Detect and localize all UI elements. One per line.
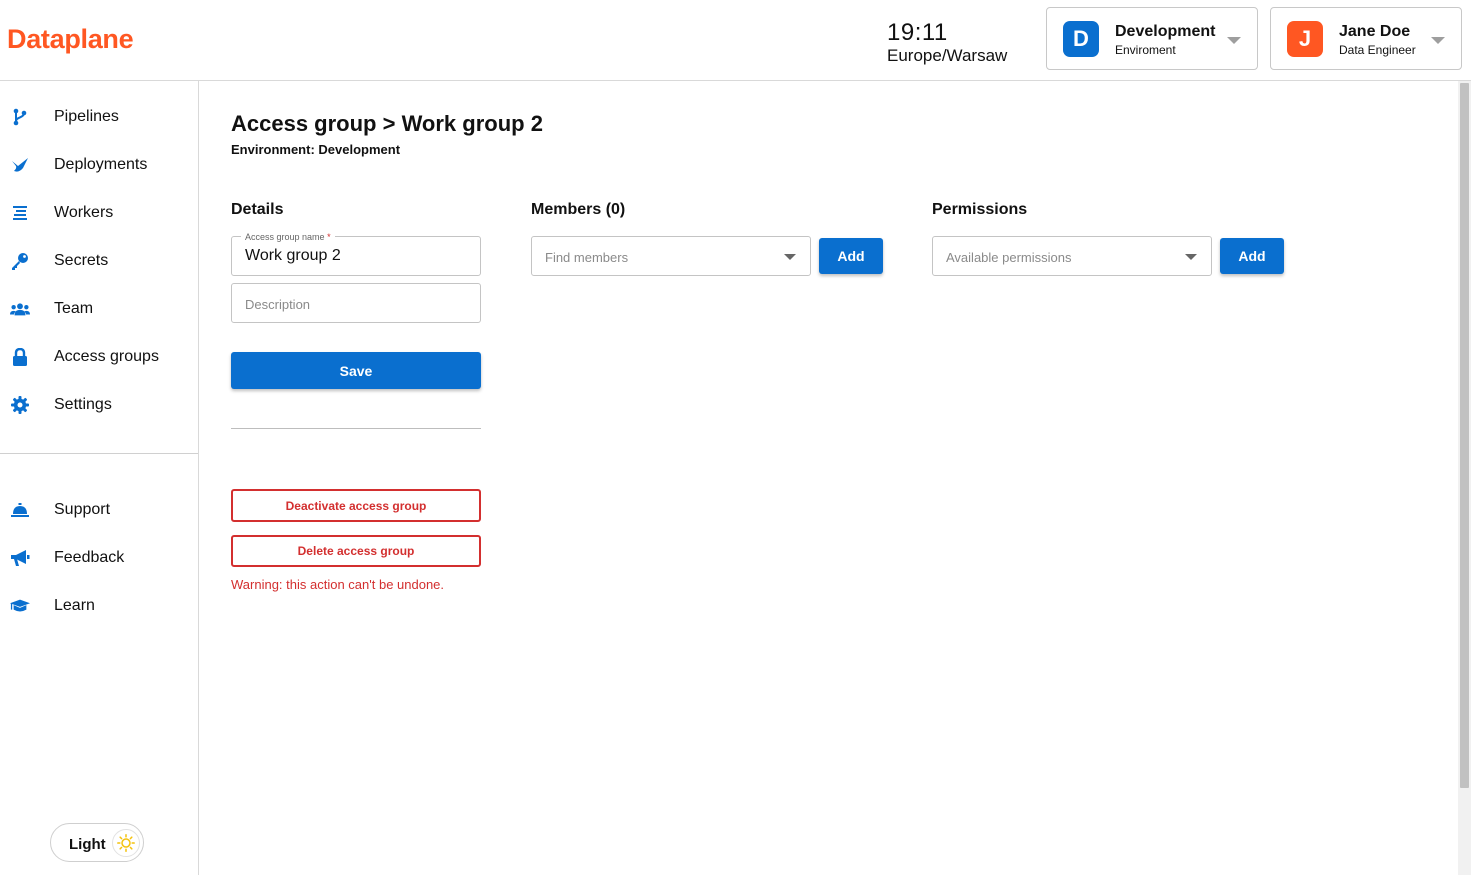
delete-warning: Warning: this action can't be undone. (231, 577, 445, 592)
avatar: J (1287, 21, 1323, 57)
sidebar-item-label: Team (54, 300, 94, 317)
theme-toggle[interactable]: Light (50, 823, 144, 862)
find-members-select[interactable]: Find members (531, 236, 811, 276)
environment-name: Development (1115, 23, 1216, 40)
team-icon (10, 299, 30, 319)
sidebar-item-workers[interactable]: Workers (0, 193, 198, 233)
sidebar-divider (0, 453, 198, 454)
sun-icon (112, 829, 140, 857)
section-divider (231, 428, 481, 429)
delete-access-group-button[interactable]: Delete access group (231, 535, 481, 567)
description-field[interactable]: Description (231, 283, 481, 323)
sidebar-item-team[interactable]: Team (0, 289, 198, 329)
sidebar-item-label: Deployments (54, 156, 148, 173)
clock-time: 19:11 (887, 19, 948, 46)
sidebar-item-feedback[interactable]: Feedback (0, 538, 198, 578)
save-button[interactable]: Save (231, 352, 481, 389)
support-bell-icon (10, 500, 30, 520)
deployments-icon (10, 155, 30, 175)
find-members-placeholder: Find members (545, 250, 629, 265)
top-header: Dataplane 19:11 Europe/Warsaw D Developm… (0, 0, 1471, 81)
chevron-down-icon (1431, 37, 1445, 44)
available-permissions-placeholder: Available permissions (946, 250, 1072, 265)
sidebar-item-label: Access groups (54, 348, 159, 365)
gear-icon (10, 395, 30, 415)
theme-label: Light (69, 836, 106, 853)
pipeline-icon (10, 107, 30, 127)
scrollbar-thumb[interactable] (1460, 83, 1469, 788)
sidebar-item-access-groups[interactable]: Access groups (0, 337, 198, 377)
add-permission-button[interactable]: Add (1220, 238, 1284, 274)
access-group-name-value: Work group 2 (245, 247, 341, 264)
sidebar-item-deployments[interactable]: Deployments (0, 145, 198, 185)
page-title: Access group > Work group 2 (231, 111, 543, 136)
description-placeholder: Description (245, 297, 311, 312)
access-group-name-field[interactable]: Access group name * Work group 2 (231, 232, 481, 276)
environment-badge: D (1063, 21, 1099, 57)
environment-label: Environment: Development (231, 142, 401, 157)
sidebar-item-label: Pipelines (54, 108, 119, 125)
dropdown-arrow-icon (784, 254, 796, 260)
deactivate-access-group-button[interactable]: Deactivate access group (231, 489, 481, 522)
available-permissions-select[interactable]: Available permissions (932, 236, 1212, 276)
user-menu[interactable]: J Jane Doe Data Engineer (1270, 7, 1462, 70)
permissions-heading: Permissions (932, 201, 1028, 218)
sidebar: Pipelines Deployments Workers Secrets Te… (0, 81, 199, 875)
sidebar-item-label: Learn (54, 597, 95, 614)
page-scrollbar[interactable] (1458, 81, 1471, 875)
environment-selector[interactable]: D Development Enviroment (1046, 7, 1258, 70)
sidebar-item-learn[interactable]: Learn (0, 586, 198, 626)
sidebar-item-label: Feedback (54, 549, 125, 566)
environment-subtitle: Enviroment (1115, 43, 1176, 57)
sidebar-item-label: Secrets (54, 252, 109, 269)
megaphone-icon (10, 548, 30, 568)
sidebar-item-label: Workers (54, 204, 114, 221)
details-heading: Details (231, 201, 284, 218)
graduation-cap-icon (10, 596, 30, 616)
add-member-button[interactable]: Add (819, 238, 883, 274)
lock-icon (10, 347, 30, 367)
clock: 19:11 Europe/Warsaw (887, 20, 1007, 66)
user-name: Jane Doe (1339, 23, 1411, 40)
key-icon (10, 251, 30, 271)
chevron-down-icon (1227, 37, 1241, 44)
sidebar-item-pipelines[interactable]: Pipelines (0, 97, 198, 137)
sidebar-item-label: Settings (54, 396, 112, 413)
sidebar-item-secrets[interactable]: Secrets (0, 241, 198, 281)
sidebar-item-label: Support (54, 501, 111, 518)
sidebar-item-settings[interactable]: Settings (0, 385, 198, 425)
clock-timezone: Europe/Warsaw (887, 46, 1008, 65)
field-label: Access group name * (241, 232, 335, 242)
members-heading: Members (0) (531, 201, 626, 218)
sidebar-item-support[interactable]: Support (0, 490, 198, 530)
dropdown-arrow-icon (1185, 254, 1197, 260)
workers-icon (10, 203, 30, 223)
app-logo[interactable]: Dataplane (7, 24, 134, 55)
user-role: Data Engineer (1339, 43, 1416, 57)
